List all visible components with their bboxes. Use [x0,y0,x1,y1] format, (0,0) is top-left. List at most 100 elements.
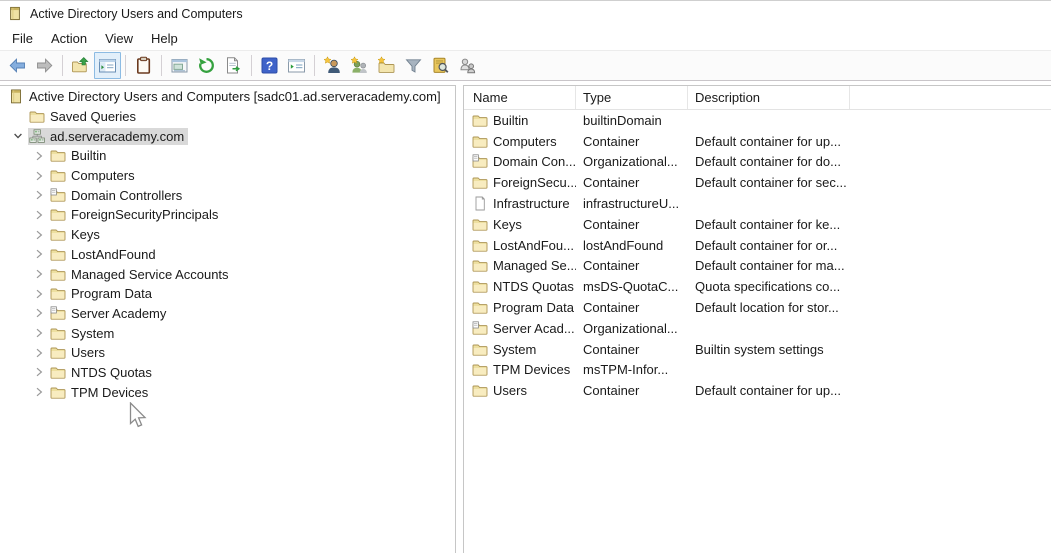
menu-bar: FileActionViewHelp [0,26,1051,50]
list-row-keys[interactable]: KeysContainerDefault container for ke... [464,214,1051,235]
chevron-right-icon[interactable] [28,365,49,379]
tree-item-builtin[interactable]: Builtin [0,146,455,166]
tree-item-tpm-devices[interactable]: TPM Devices [0,382,455,402]
toolbar: ? [0,50,1051,81]
console-tree-button[interactable] [94,52,121,79]
export-list-button[interactable] [220,52,247,79]
tree-item-computers[interactable]: Computers [0,166,455,186]
clipboard-button[interactable] [130,52,157,79]
tree-item-content: TPM Devices [49,384,152,401]
filter-button[interactable] [400,52,427,79]
tree-item-managed-service-accounts[interactable]: Managed Service Accounts [0,264,455,284]
refresh-button[interactable] [193,52,220,79]
list-cell-type: Container [576,342,688,357]
column-header-type[interactable]: Type [576,86,688,109]
tree-item-ntds-quotas[interactable]: NTDS Quotas [0,363,455,383]
tree-item-content: NTDS Quotas [49,364,156,381]
menu-action[interactable]: Action [42,28,96,49]
new-ou-button[interactable] [373,52,400,79]
find-button[interactable] [427,52,454,79]
column-header-name[interactable]: Name [464,86,576,109]
tree-item-foreignsecurityprincipals[interactable]: ForeignSecurityPrincipals [0,205,455,225]
list-cell-name: Managed Se... [464,258,576,273]
new-group-button[interactable] [346,52,373,79]
list-row-ntds-quotas[interactable]: NTDS QuotasmsDS-QuotaC...Quota specifica… [464,276,1051,297]
chevron-right-icon[interactable] [28,346,49,360]
folder-icon [472,134,488,149]
console-tree-panel: Active Directory Users and Computers [sa… [0,85,456,553]
chevron-right-icon[interactable] [28,247,49,261]
tree-item-lostandfound[interactable]: LostAndFound [0,245,455,265]
forward-arrow-button[interactable] [31,52,58,79]
tree-item-content: Keys [49,226,104,243]
tree-item-content: Domain Controllers [49,187,186,204]
chevron-right-icon[interactable] [28,228,49,242]
window-title: Active Directory Users and Computers [30,7,243,21]
chevron-right-icon[interactable] [28,287,49,301]
list-row-foreignsecu[interactable]: ForeignSecu...ContainerDefault container… [464,172,1051,193]
list-body: BuiltinbuiltinDomainComputersContainerDe… [464,110,1051,401]
list-row-builtin[interactable]: BuiltinbuiltinDomain [464,110,1051,131]
list-cell-type: Container [576,258,688,273]
back-arrow-button[interactable] [4,52,31,79]
list-row-program-data[interactable]: Program DataContainerDefault location fo… [464,297,1051,318]
tree-item-ad-serveracademy-com[interactable]: ad.serveracademy.com [0,126,455,146]
list-row-infrastructure[interactable]: InfrastructureinfrastructureU... [464,193,1051,214]
folder-icon [50,247,66,262]
folder-icon [50,365,66,380]
tree-item-users[interactable]: Users [0,343,455,363]
list-cell-name: Computers [464,134,576,149]
chevron-right-icon[interactable] [28,306,49,320]
list-cell-description: Default container for ke... [688,217,1051,232]
folder-icon [50,168,66,183]
list-cell-name: Users [464,383,576,398]
list-row-computers[interactable]: ComputersContainerDefault container for … [464,131,1051,152]
list-row-system[interactable]: SystemContainerBuiltin system settings [464,339,1051,360]
folder-up-button[interactable] [67,52,94,79]
tree-item-keys[interactable]: Keys [0,225,455,245]
toolbar-separator [314,55,315,76]
tree-item-label: Saved Queries [50,109,136,124]
list-cell-type: infrastructureU... [576,196,688,211]
chevron-down-icon[interactable] [7,129,28,143]
folder-icon [472,175,488,190]
properties-window-button[interactable] [166,52,193,79]
list-row-server-acad[interactable]: Server Acad...Organizational... [464,318,1051,339]
tree-item-system[interactable]: System [0,323,455,343]
folder-icon [472,383,488,398]
help-button[interactable]: ? [256,52,283,79]
menu-help[interactable]: Help [142,28,187,49]
column-header-description[interactable]: Description [688,86,850,109]
window-list-button[interactable] [283,52,310,79]
chevron-right-icon[interactable] [28,188,49,202]
list-cell-type: Container [576,300,688,315]
chevron-right-icon[interactable] [28,385,49,399]
list-row-users[interactable]: UsersContainerDefault container for up..… [464,380,1051,401]
list-cell-name: System [464,342,576,357]
list-row-domain-con[interactable]: Domain Con...Organizational...Default co… [464,152,1051,173]
tree-item-server-academy[interactable]: Server Academy [0,304,455,324]
chevron-right-icon[interactable] [28,326,49,340]
tree-item-active-directory-users-and-computers-sad[interactable]: Active Directory Users and Computers [sa… [0,87,455,107]
list-row-lostandfou[interactable]: LostAndFou...lostAndFoundDefault contain… [464,235,1051,256]
folder-icon [50,227,66,242]
tree-item-content: System [49,325,118,342]
menu-file[interactable]: File [3,28,42,49]
chevron-right-icon[interactable] [28,267,49,281]
list-row-managed-se[interactable]: Managed Se...ContainerDefault container … [464,256,1051,277]
tree-item-program-data[interactable]: Program Data [0,284,455,304]
tree-item-domain-controllers[interactable]: Domain Controllers [0,185,455,205]
folder-icon [472,300,488,315]
list-cell-name: Server Acad... [464,321,576,336]
group-members-button[interactable] [454,52,481,79]
main-area: Active Directory Users and Computers [sa… [0,82,1051,553]
menu-view[interactable]: View [96,28,142,49]
chevron-right-icon[interactable] [28,149,49,163]
chevron-right-icon[interactable] [28,169,49,183]
list-cell-description: Default container for up... [688,383,1051,398]
new-user-button[interactable] [319,52,346,79]
ou-icon [472,321,488,336]
list-row-tpm-devices[interactable]: TPM DevicesmsTPM-Infor... [464,360,1051,381]
tree-item-saved-queries[interactable]: Saved Queries [0,107,455,127]
chevron-right-icon[interactable] [28,208,49,222]
